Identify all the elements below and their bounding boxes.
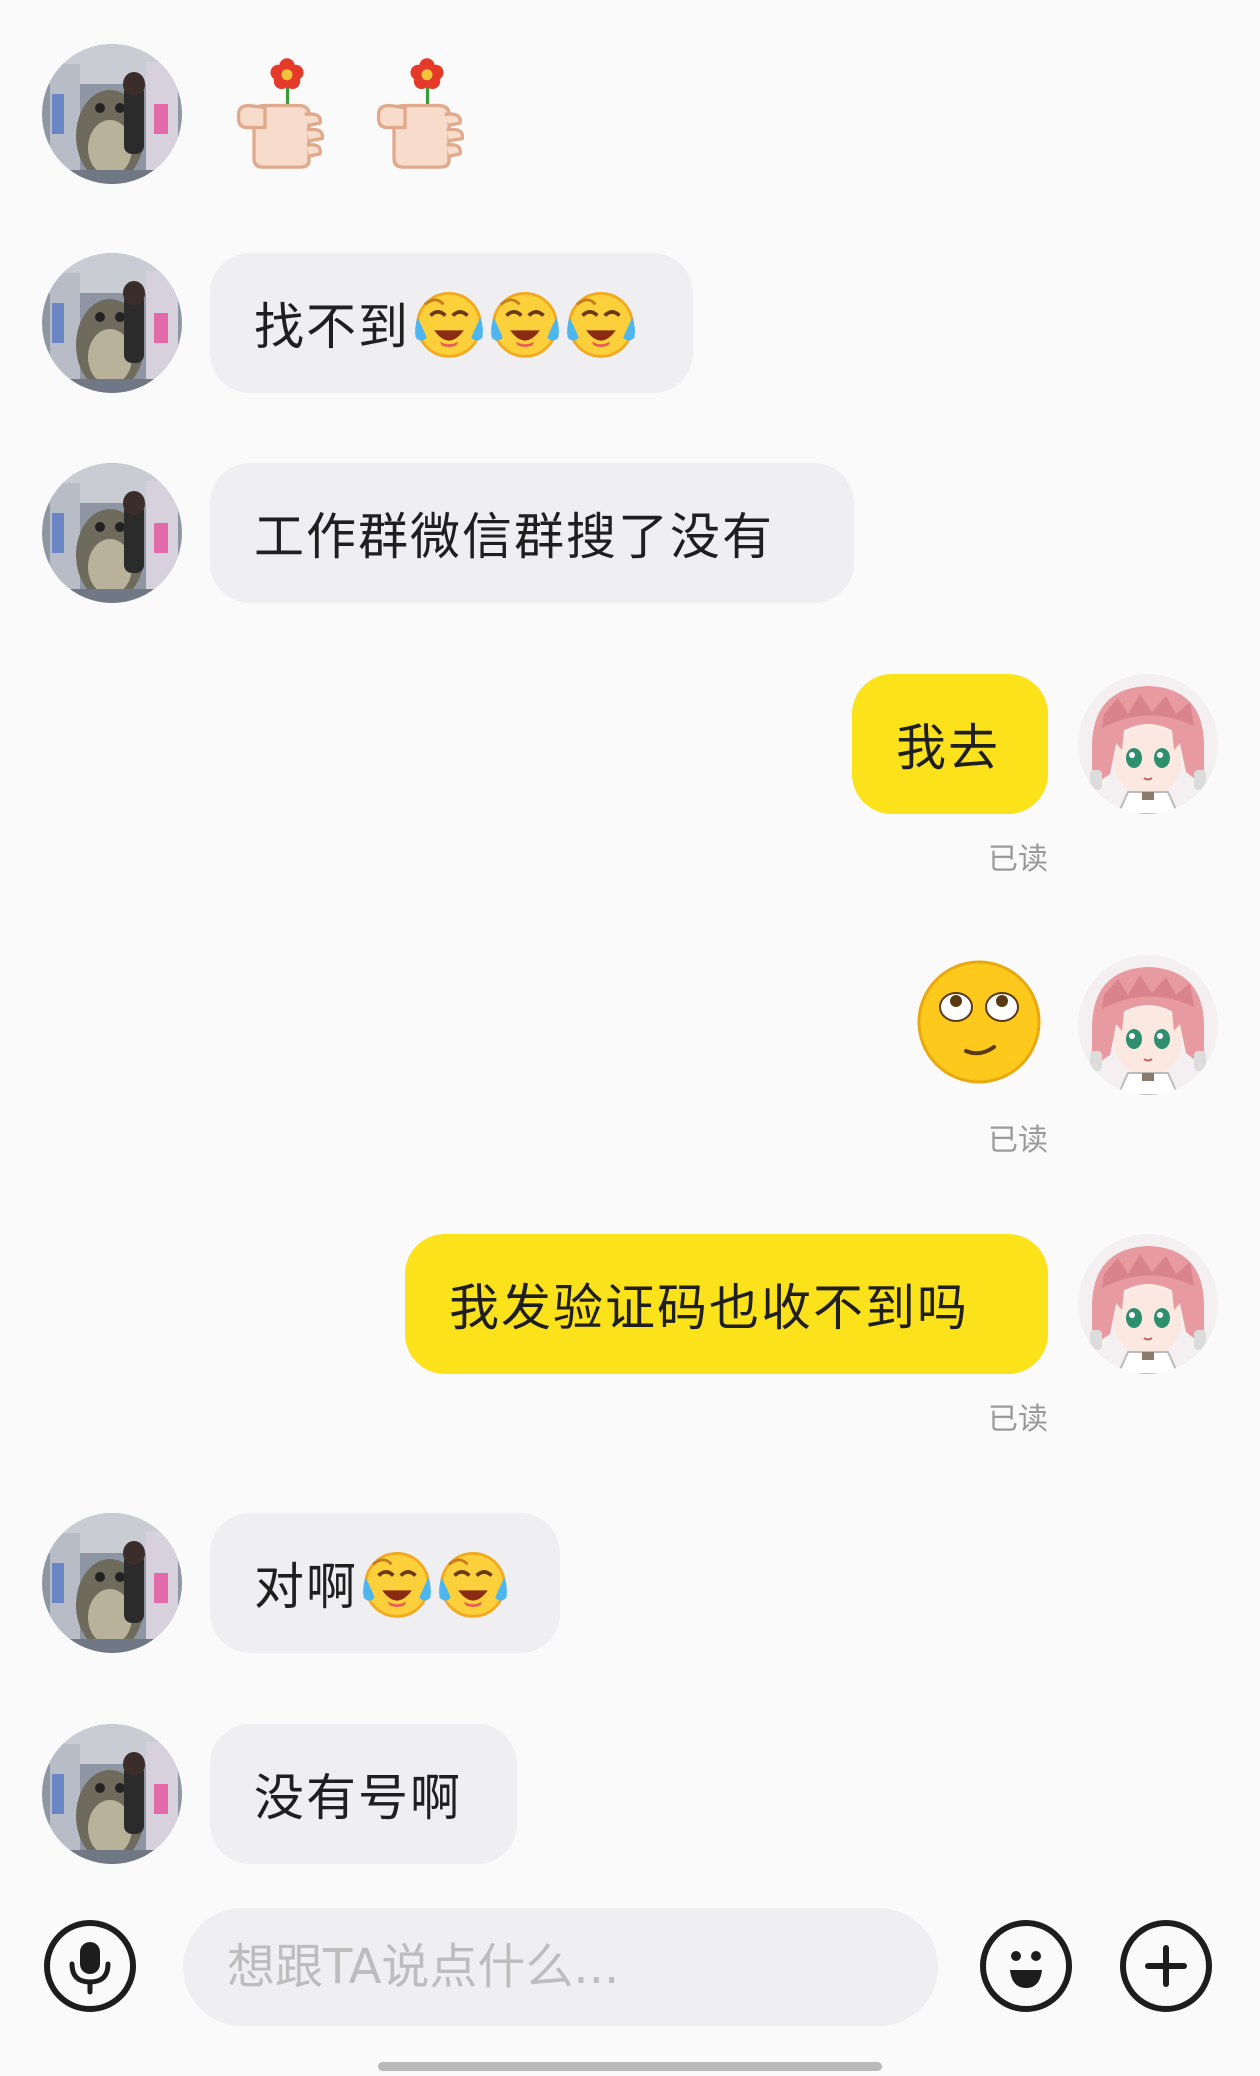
avatar[interactable] <box>1078 955 1218 1095</box>
message-bubble[interactable]: 我去 <box>852 674 1048 814</box>
plus-icon <box>1145 1945 1187 1987</box>
rolling-eyes-icon <box>914 957 1044 1087</box>
crying-laugh-icon <box>488 286 562 360</box>
sticker[interactable] <box>372 50 482 172</box>
message-bubble[interactable]: 没有号啊 <box>210 1724 517 1864</box>
home-indicator[interactable] <box>378 2062 882 2071</box>
more-button[interactable] <box>1120 1920 1212 2012</box>
avatar[interactable] <box>1078 1234 1218 1374</box>
avatar[interactable] <box>42 463 182 603</box>
read-status: 已读 <box>988 1402 1048 1437</box>
smiley-icon <box>1010 1951 1042 1988</box>
message-text: 没有号啊 <box>254 1769 462 1827</box>
message-bubble[interactable]: 工作群微信群搜了没有 <box>210 463 854 603</box>
message-text: 找不到 <box>254 298 410 356</box>
message-text: 我去 <box>896 719 1000 777</box>
thumb-flower-icon <box>232 50 342 172</box>
crying-laugh-icon <box>564 286 638 360</box>
crying-laugh-icon <box>412 286 486 360</box>
sticker[interactable] <box>914 957 1044 1087</box>
message-text: 对啊 <box>254 1558 358 1616</box>
message-text: 工作群微信群搜了没有 <box>254 508 774 566</box>
avatar[interactable] <box>42 253 182 393</box>
crying-laugh-icon <box>436 1546 510 1620</box>
microphone-icon <box>69 1942 111 1995</box>
message-bubble[interactable]: 对啊 <box>210 1513 560 1653</box>
input-bar <box>0 1880 1260 2076</box>
message-input[interactable] <box>183 1908 938 2026</box>
message-text: 我发验证码也收不到吗 <box>449 1279 969 1337</box>
read-status: 已读 <box>988 1123 1048 1158</box>
crying-laugh-icon <box>360 1546 434 1620</box>
avatar[interactable] <box>42 1724 182 1864</box>
avatar[interactable] <box>42 1513 182 1653</box>
message-bubble[interactable]: 我发验证码也收不到吗 <box>405 1234 1048 1374</box>
sticker[interactable] <box>232 50 342 172</box>
voice-button[interactable] <box>44 1920 136 2012</box>
avatar[interactable] <box>42 44 182 184</box>
emoji-button[interactable] <box>980 1920 1072 2012</box>
read-status: 已读 <box>988 842 1048 877</box>
message-bubble[interactable]: 找不到 <box>210 253 693 393</box>
thumb-flower-icon <box>372 50 482 172</box>
avatar[interactable] <box>1078 674 1218 814</box>
